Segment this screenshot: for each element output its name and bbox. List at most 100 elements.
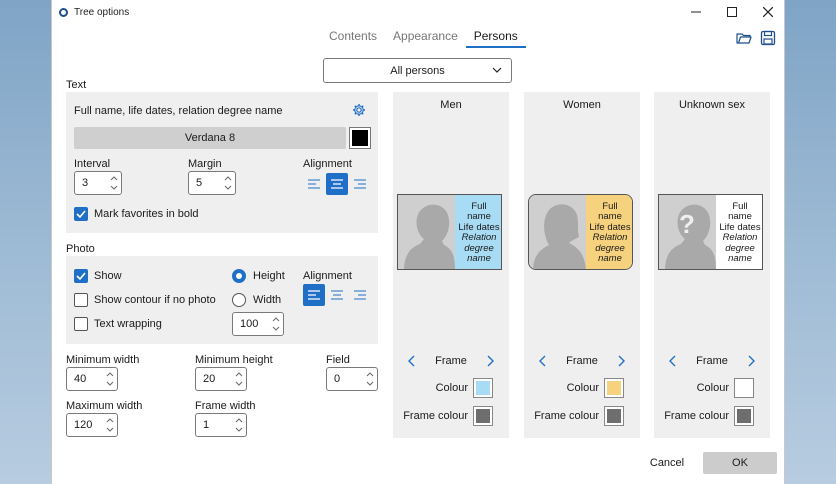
frame-nav: Frame <box>393 352 509 370</box>
frame-colour-fill <box>737 409 751 423</box>
min-width-label: Minimum width <box>66 354 140 366</box>
frame-colour-fill <box>607 409 621 423</box>
spinner-arrows-icon[interactable] <box>272 315 280 333</box>
text-align-center-button[interactable] <box>326 173 348 195</box>
font-select-button[interactable]: Verdana 8 <box>74 127 346 149</box>
close-button[interactable] <box>750 0 784 24</box>
photo-align-left-button[interactable] <box>303 284 325 306</box>
person-card-preview: ? Full name Life dates Relation degree name <box>658 194 763 270</box>
maximize-button[interactable] <box>714 0 750 24</box>
frame-colour-swatch[interactable] <box>473 406 493 426</box>
width-radio[interactable] <box>232 293 246 307</box>
font-color-swatch[interactable] <box>349 127 371 149</box>
show-photo-label: Show <box>94 270 122 282</box>
frame-colour-swatch[interactable] <box>604 406 624 426</box>
frame-width-spinner[interactable]: 1 <box>195 413 247 437</box>
minimize-button[interactable] <box>678 0 714 24</box>
frame-colour-swatch[interactable] <box>734 406 754 426</box>
spinner-arrows-icon[interactable] <box>106 416 114 434</box>
colour-swatch[interactable] <box>473 378 493 398</box>
photo-align-center-button[interactable] <box>326 284 348 306</box>
min-height-label: Minimum height <box>195 354 273 366</box>
colour-label: Colour <box>696 382 729 394</box>
colour-fill <box>476 381 490 395</box>
frame-colour-fill <box>476 409 490 423</box>
interval-spinner[interactable]: 3 <box>74 171 122 195</box>
photo-align-right-button[interactable] <box>349 284 371 306</box>
frame-next-button[interactable] <box>742 352 760 370</box>
spinner-arrows-icon[interactable] <box>366 370 374 388</box>
spinner-arrows-icon[interactable] <box>235 370 243 388</box>
frame-prev-button[interactable] <box>403 352 421 370</box>
unknown-silhouette-icon: ? <box>659 195 716 269</box>
spinner-arrows-icon[interactable] <box>110 174 118 192</box>
person-column-unknown: Unknown sex ? Full name Life dates Relatio… <box>654 92 770 438</box>
colour-label: Colour <box>566 382 599 394</box>
card-text: Full name Life dates Relation degree name <box>716 195 762 269</box>
favorites-bold-checkbox[interactable] <box>74 207 88 221</box>
show-photo-checkbox[interactable] <box>74 269 88 283</box>
open-folder-icon[interactable] <box>736 30 752 46</box>
frame-colour-label: Frame colour <box>534 410 599 422</box>
card-italic-line: name <box>467 253 491 264</box>
column-title: Women <box>563 99 601 111</box>
tab-persons[interactable]: Persons <box>465 28 526 48</box>
chevron-right-icon <box>618 355 625 367</box>
tab-appearance[interactable]: Appearance <box>385 28 466 48</box>
margin-spinner[interactable]: 5 <box>188 171 236 195</box>
colour-fill <box>607 381 621 395</box>
maximize-icon <box>727 7 737 17</box>
interval-label: Interval <box>74 158 111 170</box>
card-italic-line: name <box>728 253 752 264</box>
align-right-icon <box>354 290 366 300</box>
cancel-button[interactable]: Cancel <box>642 452 692 474</box>
frame-next-button[interactable] <box>481 352 499 370</box>
photo-size-spinner[interactable]: 100 <box>232 312 284 336</box>
max-width-spinner[interactable]: 120 <box>66 413 118 437</box>
person-column-men: Men Full name Life dates Relation degree nam… <box>393 92 509 438</box>
spinner-arrows-icon[interactable] <box>235 416 243 434</box>
align-right-icon <box>354 179 366 189</box>
colour-fill <box>737 381 751 395</box>
photo-alignment-label: Alignment <box>303 270 352 282</box>
spinner-arrows-icon[interactable] <box>106 370 114 388</box>
column-title: Men <box>440 99 462 111</box>
photo-section-label: Photo <box>66 243 95 255</box>
card-italic-line: Relation <box>722 232 758 243</box>
checkmark-icon <box>76 272 86 281</box>
tab-contents[interactable]: Contents <box>321 28 385 48</box>
person-card-preview: Full name Life dates Relation degree name <box>397 194 502 270</box>
height-radio[interactable] <box>232 269 246 283</box>
chevron-down-icon <box>492 67 502 73</box>
colour-swatch[interactable] <box>734 378 754 398</box>
min-width-spinner[interactable]: 40 <box>66 367 118 391</box>
title-bar: Tree options <box>52 0 784 24</box>
show-contour-checkbox[interactable] <box>74 293 88 307</box>
colour-label: Colour <box>435 382 468 394</box>
ok-button[interactable]: OK <box>703 452 777 474</box>
frame-label: Frame <box>435 355 467 367</box>
height-radio-label: Height <box>253 270 285 282</box>
frame-width-value: 1 <box>203 419 210 431</box>
minimize-icon <box>691 11 701 13</box>
min-width-value: 40 <box>74 373 87 385</box>
gear-icon[interactable] <box>352 103 366 117</box>
frame-nav: Frame <box>524 352 640 370</box>
frame-prev-button[interactable] <box>534 352 552 370</box>
align-left-icon <box>308 179 320 189</box>
person-filter-select[interactable]: All persons <box>323 58 512 83</box>
field-spinner[interactable]: 0 <box>326 367 378 391</box>
chevron-left-icon <box>669 355 676 367</box>
frame-prev-button[interactable] <box>664 352 682 370</box>
colour-swatch[interactable] <box>604 378 624 398</box>
min-height-spinner[interactable]: 20 <box>195 367 247 391</box>
text-align-left-button[interactable] <box>303 173 325 195</box>
frame-next-button[interactable] <box>612 352 630 370</box>
card-italic-line: Relation <box>461 232 497 243</box>
save-icon[interactable] <box>760 30 776 46</box>
frame-label: Frame <box>566 355 598 367</box>
text-wrapping-checkbox[interactable] <box>74 317 88 331</box>
spinner-arrows-icon[interactable] <box>224 174 232 192</box>
margin-label: Margin <box>188 158 222 170</box>
text-align-right-button[interactable] <box>349 173 371 195</box>
